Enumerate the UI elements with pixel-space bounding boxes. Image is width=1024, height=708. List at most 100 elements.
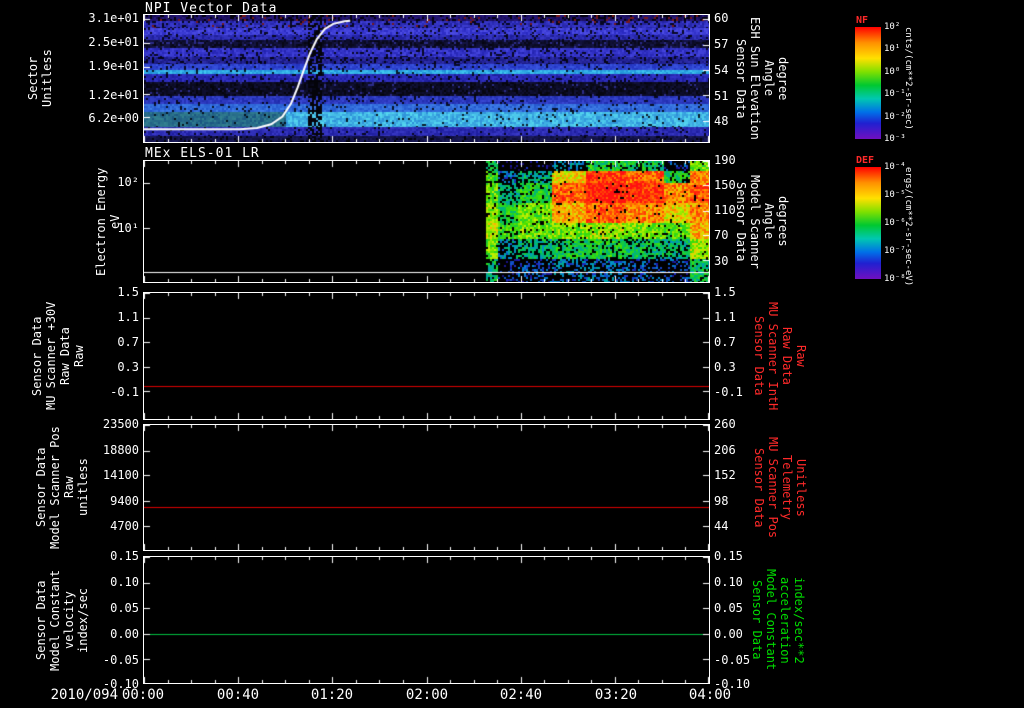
panel-3 [143,292,710,420]
panel-2-right-tick-label: 110 [714,203,736,217]
axis-label-line: Model Constant [48,569,62,671]
panel-4-right-tick-label: 260 [714,417,736,431]
axis-label-line: degrees [776,196,790,247]
panel-2-right-tick-label: 190 [714,153,736,167]
axis-label-line: Sector [26,56,40,101]
panel-3-left-tick-label: 1.5 [117,285,139,299]
panel-5-left-tick-label: 0.05 [110,601,139,615]
axis-label-line: Unitless [794,458,808,517]
panel-2-left-tick-label: 10¹ [117,221,139,235]
panel-5-right-tick-label: 0.15 [714,549,743,563]
panel-4-right-tick-label: 206 [714,443,736,457]
panel-5-left-tick-label: 0.00 [110,627,139,641]
axis-label-line: Telemetry [780,454,794,521]
panel-2-right-tick-label: 70 [714,228,729,242]
axis-label-line: Angle [762,60,776,97]
x-axis-tick-label: 03:20 [594,687,638,703]
panel-3-right-tick-label: 1.5 [714,285,736,299]
axis-label-line: Raw [794,345,808,367]
panel-5-right-tick-label: 0.05 [714,601,743,615]
panel-4 [143,424,710,551]
axis-label-line: index/sec**2 [792,576,806,664]
panel-1-left-tick-label: 1.9e+01 [88,59,139,73]
panel-5 [143,556,710,684]
colorbar1-rainbow-scale [855,27,881,139]
panel-1-right-tick-label: 60 [714,11,729,25]
colorbar1-name: NF [856,15,869,26]
panel-3-plot-canvas [144,293,709,419]
panel3-right-axis-label: Sensor Data MU Scanner IntH Raw Data Raw [752,292,808,420]
colorbar2-name: DEF [856,155,875,166]
colorbar2-rainbow-scale [855,167,881,279]
x-axis-tick-label: 00:00 [121,687,165,703]
colorbar1-tick-label: 10⁻³ [884,134,906,144]
panel-4-left-tick-label: 9400 [110,494,139,508]
cdaweb-spectrogram-page: NPI Vector Data MEx ELS-01 LR Sector Uni… [0,0,1024,708]
panel-3-left-tick-label: 0.7 [117,335,139,349]
panel-5-left-tick-label: 0.15 [110,549,139,563]
colorbar1-tick-label: 10⁻² [884,112,906,122]
panel-4-left-tick-label: 18800 [102,443,139,457]
panel4-right-axis-label: Sensor Data MU Scanner Pos Telemetry Uni… [752,424,808,551]
colorbar2-tick-label: 10⁻⁷ [884,246,906,256]
panel-4-plot-canvas [144,425,709,550]
panel-4-right-tick-label: 152 [714,468,736,482]
colorbar1-tick-label: 10⁻¹ [884,89,906,99]
panel2-title: MEx ELS-01 LR [145,146,260,161]
axis-label-line: Unitless [40,49,54,108]
colorbar2-tick-label: 10⁻⁵ [884,190,906,200]
axis-label-line: Sensor Data [30,316,44,396]
axis-label-line: Model Constant [764,569,778,671]
panel-3-left-tick-label: 0.3 [117,360,139,374]
panel-1-right-tick-label: 57 [714,37,729,51]
axis-label-line: acceleration [778,576,792,664]
panel-5-left-tick-label: -0.05 [102,653,139,667]
panel-1-right-tick-label: 51 [714,89,729,103]
panel-1-left-tick-label: 3.1e+01 [88,11,139,25]
panel-3-left-tick-label: -0.1 [110,385,139,399]
panel-1-right-tick-label: 54 [714,63,729,77]
panel-4-right-tick-label: 44 [714,519,729,533]
x-axis-tick-label: 00:40 [216,687,260,703]
panel-2-right-tick-label: 150 [714,178,736,192]
panel-2-plot-canvas [144,161,709,282]
axis-label-line: MU Scanner IntH [766,301,780,411]
colorbar2-tick-label: 10⁻⁴ [884,162,906,172]
colorbar1-tick-label: 10² [884,22,901,32]
axis-label-line: MU Scanner +30V [44,301,58,411]
panel-3-right-tick-label: -0.1 [714,385,743,399]
panel-4-left-tick-label: 14100 [102,468,139,482]
axis-label-line: Sensor Data [34,447,48,528]
axis-label-line: Raw Data [780,327,794,385]
panel-1-left-tick-label: 2.5e+01 [88,35,139,49]
x-axis-tick-label: 04:00 [688,687,732,703]
panel-1-left-tick-label: 6.2e+00 [88,111,139,125]
panel-4-left-tick-label: 4700 [110,519,139,533]
panel-3-right-tick-label: 0.7 [714,335,736,349]
panel-5-right-tick-label: 0.10 [714,575,743,589]
panel-3-left-tick-label: 1.1 [117,310,139,324]
panel-2 [143,160,710,283]
panel-3-right-tick-label: 0.3 [714,360,736,374]
panel-1-plot-canvas [144,15,709,142]
colorbar2-tick-label: 10⁻⁸ [884,274,906,284]
x-axis-tick-label: 02:00 [405,687,449,703]
colorbar2-tick-label: 10⁻⁶ [884,218,906,228]
colorbar1-tick-label: 10¹ [884,44,901,54]
panel-1 [143,14,710,143]
panel-5-left-tick-label: 0.10 [110,575,139,589]
panel-1-left-tick-label: 1.2e+01 [88,88,139,102]
axis-label-line: MU Scanner Pos [766,436,780,539]
axis-label-line: Angle [762,203,776,240]
panel-5-right-tick-label: -0.05 [714,653,751,667]
colorbar1-tick-label: 10⁰ [884,67,901,77]
panel1-y-axis-label: Sector Unitless [26,14,54,143]
x-axis-tick-label: 01:20 [310,687,354,703]
x-axis-tick-label: 02:40 [499,687,543,703]
panel-4-right-tick-label: 98 [714,494,729,508]
panel-2-right-tick-label: 30 [714,254,729,268]
axis-label-line: Sensor Data [34,580,48,660]
panel-3-right-tick-label: 1.1 [714,310,736,324]
panel-5-right-tick-label: 0.00 [714,627,743,641]
panel-5-plot-canvas [144,557,709,683]
